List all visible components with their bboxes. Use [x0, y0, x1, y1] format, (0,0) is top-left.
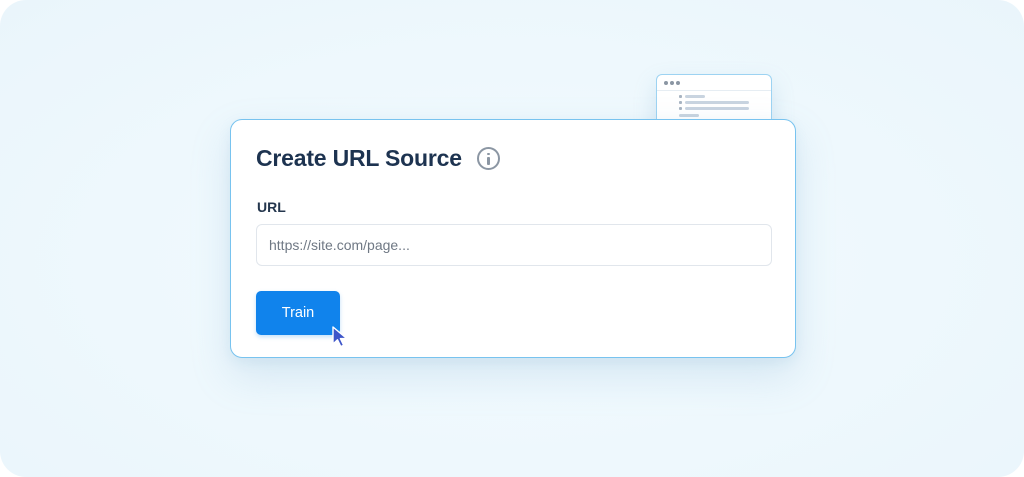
card-header: Create URL Source [256, 144, 500, 172]
preview-window-bar [657, 75, 771, 91]
preview-text-line [685, 107, 749, 110]
window-dot-icon [670, 81, 674, 85]
window-dot-icon [664, 81, 668, 85]
preview-bullet-icon [679, 95, 682, 98]
info-icon[interactable] [476, 146, 500, 170]
window-dot-icon [676, 81, 680, 85]
preview-text-line [685, 95, 705, 98]
train-button[interactable]: Train [256, 291, 340, 335]
url-input[interactable] [256, 224, 772, 266]
preview-bullet-icon [679, 107, 682, 110]
preview-text-line [685, 101, 749, 104]
mouse-pointer-icon [332, 326, 348, 348]
url-field-label: URL [257, 199, 286, 215]
background-canvas: Create URL Source URL Train [0, 0, 1024, 477]
create-url-source-card: Create URL Source URL Train [230, 119, 796, 358]
page-title: Create URL Source [256, 144, 462, 171]
preview-bullet-icon [679, 101, 682, 104]
preview-text-line [679, 114, 699, 117]
